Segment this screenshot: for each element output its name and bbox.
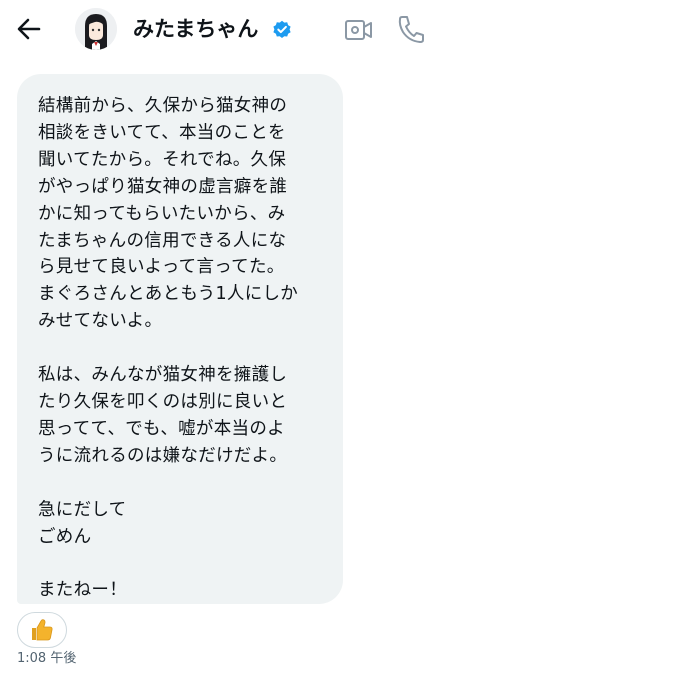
reaction-badge[interactable] xyxy=(17,612,67,648)
conversation-header: みたまちゃん xyxy=(0,0,674,58)
back-button[interactable] xyxy=(14,14,44,44)
phone-icon xyxy=(398,16,424,43)
verified-badge-icon xyxy=(273,20,291,38)
contact-name[interactable]: みたまちゃん xyxy=(133,14,258,44)
message-text: 結構前から、久保から猫女神の 相談をきいてて、本当のことを 聞いてたから。それで… xyxy=(38,96,299,601)
message-bubble[interactable]: 結構前から、久保から猫女神の 相談をきいてて、本当のことを 聞いてたから。それで… xyxy=(17,74,343,604)
video-camera-icon xyxy=(345,20,372,40)
video-call-button[interactable] xyxy=(344,17,374,43)
avatar[interactable] xyxy=(75,8,117,50)
message-timestamp: 1:08 午後 xyxy=(17,651,77,666)
voice-call-button[interactable] xyxy=(397,14,425,44)
thumbs-up-icon xyxy=(32,619,53,641)
arrow-left-icon xyxy=(17,18,41,40)
